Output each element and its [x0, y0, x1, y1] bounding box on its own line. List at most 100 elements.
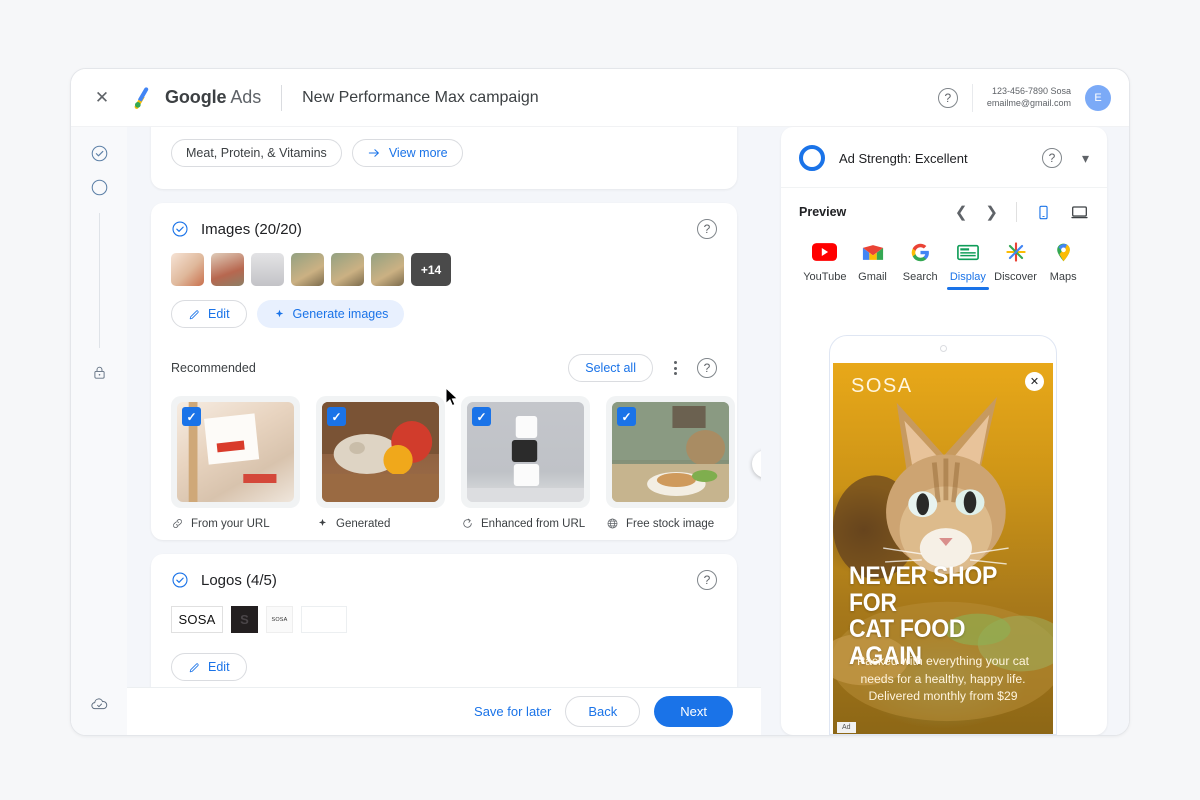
recommended-gallery: ✓ From your URL ✓ Generated ✓ Enhanced f… [151, 388, 761, 540]
logo-thumbnail-row: SOSA S SOSA [151, 600, 737, 639]
divider [971, 83, 973, 112]
chevron-left-icon[interactable]: ❮ [955, 203, 968, 221]
tab-label: Search [902, 271, 938, 283]
edit-logos-label: Edit [208, 660, 230, 674]
logos-section-title: Logos (4/5) [201, 571, 277, 589]
thumb-4[interactable] [291, 253, 324, 286]
edit-images-button[interactable]: Edit [171, 300, 247, 328]
view-more-button[interactable]: View more [351, 139, 463, 167]
category-chip[interactable]: Meat, Protein, & Vitamins [171, 139, 342, 167]
edit-logos-button[interactable]: Edit [171, 653, 247, 681]
preview-toolbar: Preview ❮ ❯ [781, 188, 1107, 234]
view-more-label: View more [388, 146, 448, 160]
ad-strength-label: Ad Strength: Excellent [839, 150, 968, 166]
more-vert-icon[interactable] [667, 361, 683, 375]
ad-creative[interactable]: SOSA ✕ NEVER SHOP FOR CAT FOOD AGAIN Pac… [833, 363, 1053, 734]
tab-youtube[interactable]: YouTube [801, 240, 849, 290]
tab-discover[interactable]: Discover [992, 240, 1040, 290]
step-complete-icon[interactable] [89, 143, 109, 163]
thumb-1[interactable] [171, 253, 204, 286]
recommended-card[interactable]: ✓ Free stock image [606, 396, 735, 530]
thumb-6[interactable] [371, 253, 404, 286]
display-icon [956, 240, 979, 264]
gallery-next-button[interactable]: ❯ [752, 450, 761, 478]
mouse-cursor [445, 386, 459, 412]
recommended-caption: Enhanced from URL [461, 517, 590, 530]
pencil-icon [189, 662, 199, 672]
close-icon[interactable]: ✕ [89, 85, 115, 111]
page-title: New Performance Max campaign [302, 88, 539, 106]
recommended-card[interactable]: ✓ Enhanced from URL [461, 396, 590, 530]
tab-maps[interactable]: Maps [1039, 240, 1087, 290]
recommended-caption-label: From your URL [191, 517, 270, 530]
check-circle-icon [171, 220, 189, 238]
avatar[interactable]: E [1085, 84, 1111, 111]
tab-label: Discover [994, 271, 1037, 283]
logo-blank[interactable] [301, 606, 347, 633]
select-all-button[interactable]: Select all [568, 354, 653, 382]
mobile-device-icon[interactable] [1035, 204, 1052, 221]
link-icon [173, 519, 182, 528]
save-for-later-button[interactable]: Save for later [474, 704, 551, 719]
logos-section-header: Logos (4/5) ? [151, 554, 737, 600]
desktop-device-icon[interactable] [1070, 203, 1089, 222]
tab-gmail[interactable]: Gmail [849, 240, 897, 290]
divider [281, 84, 283, 111]
logo-wordmark-light[interactable]: SOSA [171, 606, 223, 633]
thumb-5[interactable] [331, 253, 364, 286]
image-thumbnail-strip: +14 [151, 249, 737, 286]
generate-images-button[interactable]: Generate images [256, 300, 405, 328]
images-section-header: Images (20/20) ? [151, 203, 737, 249]
chevron-right-icon[interactable]: ❯ [985, 203, 998, 221]
google-ads-brand: Google Ads [131, 85, 261, 111]
help-icon[interactable]: ? [937, 87, 958, 108]
recommended-caption: Free stock image [606, 517, 735, 530]
maps-pin-icon [1053, 240, 1074, 264]
discover-icon [1005, 240, 1027, 264]
thumb-3[interactable] [251, 253, 284, 286]
recommended-checkbox[interactable]: ✓ [472, 407, 491, 426]
pencil-icon [189, 309, 199, 319]
ad-brand-logo: SOSA [851, 375, 913, 397]
help-icon[interactable]: ? [697, 219, 717, 239]
recommended-checkbox[interactable]: ✓ [327, 407, 346, 426]
step-current-icon[interactable] [89, 177, 109, 197]
recommended-checkbox[interactable]: ✓ [182, 407, 201, 426]
help-icon[interactable]: ? [697, 570, 717, 590]
recommended-card[interactable]: ✓ Generated [316, 396, 445, 530]
phone-preview-frame: SOSA ✕ NEVER SHOP FOR CAT FOOD AGAIN Pac… [829, 335, 1057, 735]
sparkle-icon [318, 518, 327, 526]
recommended-caption: From your URL [171, 517, 300, 530]
thumb-2[interactable] [211, 253, 244, 286]
generate-images-label: Generate images [292, 307, 389, 321]
recommended-thumb-wrap: ✓ [316, 396, 445, 508]
tab-search[interactable]: Search [896, 240, 944, 290]
back-button[interactable]: Back [565, 696, 641, 727]
edit-images-label: Edit [208, 307, 230, 321]
ad-strength-actions: ? ▾ [1041, 148, 1089, 168]
google-g-icon [910, 240, 931, 264]
ad-description: Packed with everything your cat needs fo… [856, 654, 1030, 704]
recommended-header: Recommended Select all ? [151, 346, 737, 388]
logo-square-dark[interactable]: S [231, 606, 258, 633]
help-icon[interactable]: ? [697, 358, 717, 378]
ad-badge[interactable]: Ad [837, 722, 856, 733]
chevron-down-icon[interactable]: ▾ [1082, 150, 1089, 167]
help-icon[interactable]: ? [1041, 148, 1062, 168]
recommended-checkbox[interactable]: ✓ [617, 407, 636, 426]
brand-text: Google Ads [165, 87, 261, 108]
logo-small[interactable]: SOSA [266, 606, 293, 633]
account-info[interactable]: 123-456-7890 Sosa emailme@gmail.com [987, 86, 1071, 109]
ad-strength-row: Ad Strength: Excellent ? ▾ [781, 127, 1107, 188]
recommended-actions: Select all ? [568, 354, 717, 382]
tab-display[interactable]: Display [944, 240, 992, 290]
close-icon[interactable]: ✕ [1025, 372, 1044, 391]
images-action-row: Edit Generate images [151, 286, 737, 346]
stepper-connector [98, 213, 100, 348]
more-images-button[interactable]: +14 [411, 253, 451, 286]
top-bar-right: ? 123-456-7890 Sosa emailme@gmail.com E [937, 83, 1111, 112]
active-tab-indicator [946, 287, 989, 290]
recommended-thumb-wrap: ✓ [461, 396, 590, 508]
next-button[interactable]: Next [654, 696, 733, 727]
recommended-card[interactable]: ✓ From your URL [171, 396, 300, 530]
